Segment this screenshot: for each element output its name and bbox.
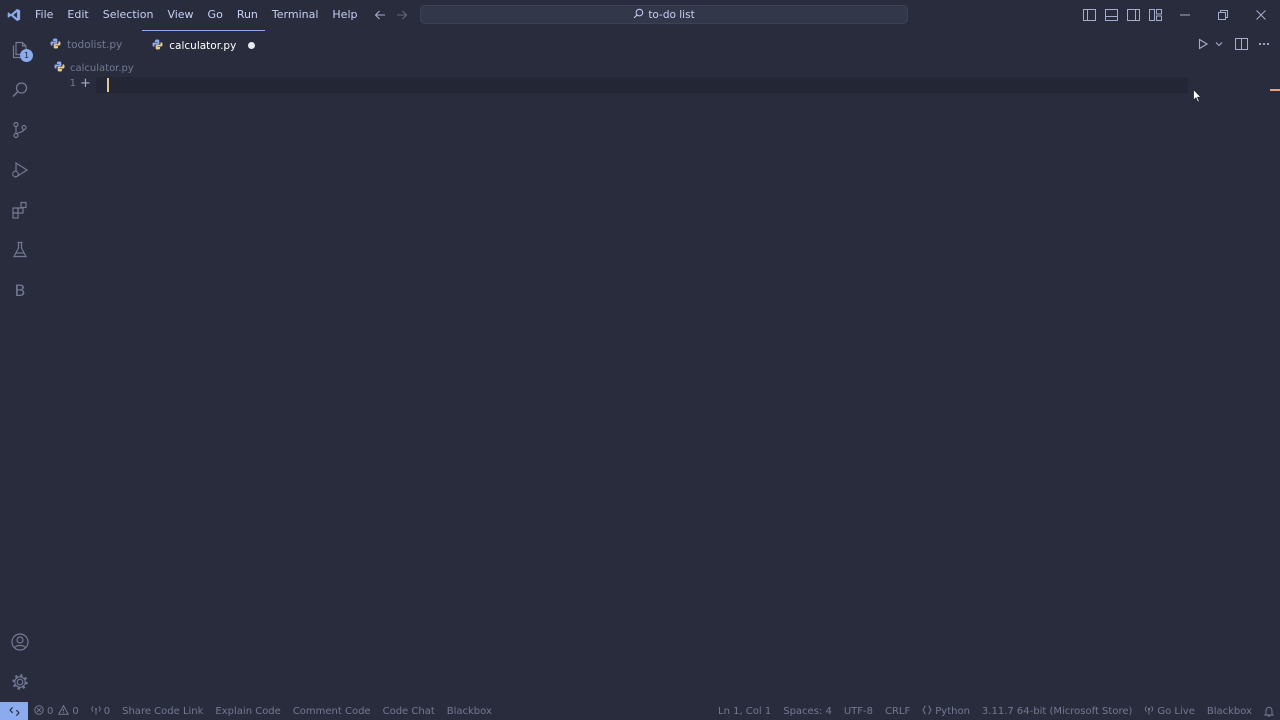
navigation-arrows [372, 7, 410, 23]
overview-ruler-cursor-marker [1270, 89, 1280, 91]
menu-go[interactable]: Go [201, 0, 230, 30]
toggle-panel-icon[interactable] [1102, 6, 1120, 24]
python-file-icon [152, 38, 163, 53]
back-arrow-icon[interactable] [372, 7, 388, 23]
error-count: 0 [47, 705, 54, 717]
testing-flask-icon[interactable] [0, 230, 40, 270]
add-line-plus-icon[interactable]: + [80, 77, 91, 91]
breadcrumb-file[interactable]: calculator.py [70, 63, 134, 74]
window-controls [1166, 0, 1280, 30]
tab-label: calculator.py [169, 39, 237, 52]
broadcast-icon [1144, 705, 1154, 718]
python-file-icon [54, 61, 65, 75]
menu-run[interactable]: Run [230, 0, 265, 30]
restore-icon[interactable] [1204, 0, 1242, 30]
language-mode[interactable]: Python [916, 705, 976, 718]
current-line-highlight [96, 77, 1188, 93]
menu-bar: File Edit Selection View Go Run Terminal… [28, 0, 364, 30]
command-center-search[interactable]: to-do list [420, 5, 908, 24]
tab-label: todolist.py [67, 39, 123, 51]
comment-code[interactable]: Comment Code [287, 706, 377, 717]
ports-indicator[interactable]: 0 [85, 705, 116, 718]
search-icon [633, 8, 644, 22]
braces-icon [922, 705, 933, 718]
activity-bar: 1 B [0, 30, 40, 702]
go-live-button[interactable]: Go Live [1138, 705, 1200, 718]
blackbox-status-left[interactable]: Blackbox [441, 706, 498, 717]
python-interpreter[interactable]: 3.11.7 64-bit (Microsoft Store) [976, 706, 1138, 717]
blackbox-status-right[interactable]: Blackbox [1201, 706, 1258, 717]
explorer-badge: 1 [20, 49, 33, 62]
menu-help[interactable]: Help [325, 0, 364, 30]
layout-controls [1080, 6, 1164, 24]
editor-actions [1197, 36, 1270, 52]
search-text: to-do list [648, 8, 695, 21]
menu-edit[interactable]: Edit [60, 0, 95, 30]
breadcrumb: calculator.py [54, 61, 134, 75]
accounts-icon[interactable] [0, 622, 40, 662]
search-sidebar-icon[interactable] [0, 70, 40, 110]
end-of-line[interactable]: CRLF [879, 706, 916, 717]
python-file-icon [50, 38, 61, 52]
ports-antenna-icon [91, 705, 101, 718]
split-editor-icon[interactable] [1235, 36, 1248, 52]
cursor-position[interactable]: Ln 1, Col 1 [712, 706, 777, 717]
warning-icon [58, 704, 70, 718]
menu-selection[interactable]: Selection [96, 0, 161, 30]
blackbox-icon[interactable]: B [0, 270, 40, 310]
unsaved-dot-icon[interactable] [248, 42, 256, 49]
run-and-debug-icon[interactable] [0, 150, 40, 190]
error-icon [34, 704, 44, 718]
close-icon[interactable] [1242, 0, 1280, 30]
code-chat[interactable]: Code Chat [377, 706, 441, 717]
mouse-pointer-icon [1193, 88, 1202, 106]
explorer-icon[interactable]: 1 [0, 30, 40, 70]
status-bar: 0 0 0 Share Code Link Explain Code Comme… [0, 702, 1280, 720]
menu-file[interactable]: File [28, 0, 60, 30]
problems-indicator[interactable]: 0 0 [28, 704, 85, 718]
go-live-label: Go Live [1157, 705, 1195, 717]
menu-terminal[interactable]: Terminal [265, 0, 326, 30]
title-bar: File Edit Selection View Go Run Terminal… [0, 0, 1280, 30]
code-editor[interactable]: 1 + [40, 76, 1268, 702]
toggle-primary-sidebar-icon[interactable] [1080, 6, 1098, 24]
notifications-bell-icon[interactable] [1258, 706, 1280, 717]
settings-gear-icon[interactable] [0, 662, 40, 702]
warning-count: 0 [72, 705, 79, 717]
ports-count: 0 [103, 705, 111, 717]
remote-indicator-icon[interactable] [0, 702, 28, 720]
customize-layout-icon[interactable] [1146, 6, 1164, 24]
share-code-link[interactable]: Share Code Link [116, 706, 209, 717]
extensions-icon[interactable] [0, 190, 40, 230]
indentation[interactable]: Spaces: 4 [777, 706, 838, 717]
forward-arrow-icon[interactable] [394, 7, 410, 23]
menu-view[interactable]: View [160, 0, 200, 30]
encoding[interactable]: UTF-8 [838, 706, 879, 717]
status-bar-right: Ln 1, Col 1 Spaces: 4 UTF-8 CRLF Python … [712, 702, 1280, 720]
editor-tab-bar: todolist.py calculator.py [40, 30, 1280, 60]
source-control-icon[interactable] [0, 110, 40, 150]
run-python-file-icon[interactable] [1197, 36, 1209, 52]
line-number: 1 [69, 78, 76, 89]
explain-code[interactable]: Explain Code [209, 706, 286, 717]
run-dropdown-chevron-icon[interactable] [1215, 36, 1223, 52]
more-actions-icon[interactable] [1258, 36, 1270, 52]
minimize-icon[interactable] [1166, 0, 1204, 30]
vscode-logo-icon[interactable] [0, 0, 28, 30]
language-label: Python [935, 705, 970, 717]
toggle-secondary-sidebar-icon[interactable] [1124, 6, 1142, 24]
text-cursor [107, 78, 109, 92]
tab-todolist[interactable]: todolist.py [40, 30, 132, 60]
tab-calculator[interactable]: calculator.py [142, 30, 266, 60]
